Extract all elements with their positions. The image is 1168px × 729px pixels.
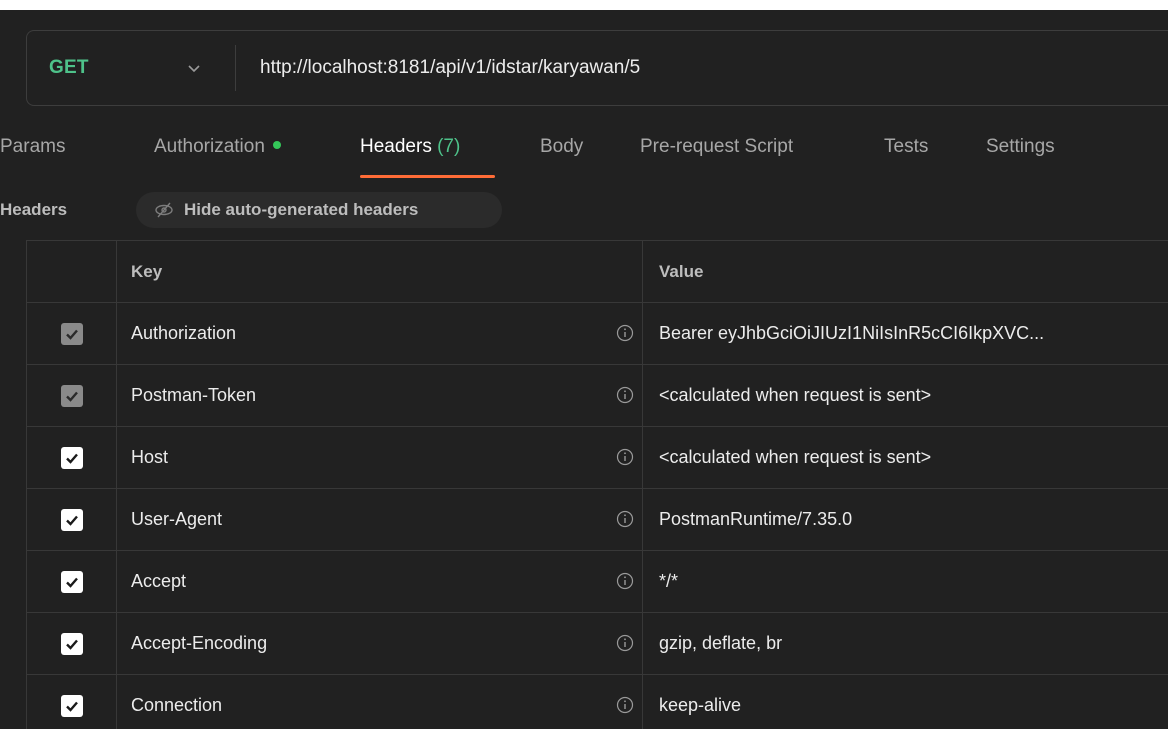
row-checkbox[interactable] — [60, 508, 83, 531]
row-key[interactable]: Accept-Encoding — [116, 613, 642, 674]
tab-tests[interactable]: Tests — [884, 136, 928, 158]
checkmark-icon — [65, 701, 78, 712]
row-check-cell — [26, 551, 116, 612]
column-header-key: Key — [116, 241, 642, 302]
tab-body-label: Body — [540, 136, 584, 157]
info-icon[interactable] — [616, 324, 634, 342]
info-icon[interactable] — [616, 634, 634, 652]
row-key[interactable]: Host — [116, 427, 642, 488]
hide-auto-generated-headers-label: Hide auto-generated headers — [184, 200, 419, 219]
column-header-value: Value — [642, 241, 1168, 302]
info-icon[interactable] — [616, 386, 634, 404]
request-url-bar: GET http://localhost:8181/api/v1/idstar/… — [26, 30, 1168, 106]
request-tabs: Params Authorization Headers (7) Body Pr… — [0, 128, 1168, 182]
url-input[interactable]: http://localhost:8181/api/v1/idstar/kary… — [236, 57, 640, 79]
tab-settings[interactable]: Settings — [986, 136, 1055, 158]
table-header-row: Key Value — [26, 241, 1168, 303]
tab-params[interactable]: Params — [0, 136, 65, 158]
row-key-text: Accept — [131, 571, 187, 591]
headers-section-title: Headers — [0, 200, 68, 219]
table-row: Postman-Token <calculated when request i… — [26, 365, 1168, 427]
row-key[interactable]: Connection — [116, 675, 642, 729]
row-value[interactable]: Bearer eyJhbGciOiJIUzI1NiIsInR5cCI6IkpXV… — [642, 303, 1168, 364]
row-checkbox[interactable] — [60, 570, 83, 593]
tab-tests-label: Tests — [884, 136, 929, 157]
row-key-text: User-Agent — [131, 509, 223, 529]
table-row: Authorization Bearer eyJhbGciOiJIUzI1NiI… — [26, 303, 1168, 365]
row-key[interactable]: Authorization — [116, 303, 642, 364]
table-row: Accept */* — [26, 551, 1168, 613]
checkmark-icon — [65, 453, 78, 464]
row-value[interactable]: */* — [642, 551, 1168, 612]
row-checkbox[interactable] — [60, 446, 83, 469]
row-value[interactable]: <calculated when request is sent> — [642, 427, 1168, 488]
table-row: Connection keep-alive — [26, 675, 1168, 729]
info-icon[interactable] — [616, 510, 634, 528]
row-check-cell — [26, 489, 116, 550]
table-row: User-Agent PostmanRuntime/7.35.0 — [26, 489, 1168, 551]
row-check-cell — [26, 427, 116, 488]
tab-body[interactable]: Body — [540, 136, 583, 158]
status-dot-icon — [272, 140, 281, 149]
tab-headers[interactable]: Headers (7) — [360, 136, 460, 158]
info-icon[interactable] — [616, 696, 634, 714]
checkmark-icon — [65, 577, 78, 588]
tab-pre-request-script-label: Pre-request Script — [640, 136, 794, 157]
table-row: Accept-Encoding gzip, deflate, br — [26, 613, 1168, 675]
eye-off-icon — [155, 202, 173, 218]
row-key-text: Host — [131, 447, 169, 467]
row-key-text: Postman-Token — [131, 385, 257, 405]
headers-table: Key Value Authorization Bearer eyJhbGciO… — [26, 240, 1168, 729]
tab-authorization[interactable]: Authorization — [154, 136, 281, 158]
row-check-cell — [26, 675, 116, 729]
info-icon[interactable] — [616, 448, 634, 466]
row-check-cell — [26, 303, 116, 364]
row-key-text: Authorization — [131, 323, 237, 343]
table-row: Host <calculated when request is sent> — [26, 427, 1168, 489]
method-label: GET — [49, 57, 89, 78]
row-check-cell — [26, 365, 116, 426]
tab-settings-label: Settings — [986, 136, 1055, 157]
method-selector[interactable]: GET — [27, 31, 235, 105]
row-value[interactable]: PostmanRuntime/7.35.0 — [642, 489, 1168, 550]
row-value[interactable]: keep-alive — [642, 675, 1168, 729]
row-key[interactable]: Postman-Token — [116, 365, 642, 426]
checkmark-icon — [65, 515, 78, 526]
chevron-down-icon — [188, 65, 200, 73]
row-value[interactable]: gzip, deflate, br — [642, 613, 1168, 674]
active-tab-indicator — [360, 175, 495, 178]
tab-params-label: Params — [0, 136, 66, 157]
row-key-text: Connection — [131, 695, 223, 715]
window-top-edge — [0, 0, 1168, 10]
header-check-cell — [26, 241, 116, 302]
row-check-cell — [26, 613, 116, 674]
row-value[interactable]: <calculated when request is sent> — [642, 365, 1168, 426]
tab-headers-label: Headers — [360, 136, 432, 157]
row-checkbox[interactable] — [60, 632, 83, 655]
row-key[interactable]: User-Agent — [116, 489, 642, 550]
checkmark-icon — [65, 639, 78, 650]
checkmark-icon — [65, 329, 78, 340]
row-key-text: Accept-Encoding — [131, 633, 268, 653]
row-checkbox[interactable] — [60, 694, 83, 717]
postman-request-view: GET http://localhost:8181/api/v1/idstar/… — [0, 0, 1168, 729]
row-checkbox[interactable] — [60, 322, 83, 345]
tab-headers-count: (7) — [437, 136, 461, 157]
hide-auto-generated-headers-button[interactable]: Hide auto-generated headers — [136, 192, 502, 228]
checkmark-icon — [65, 391, 78, 402]
row-key[interactable]: Accept — [116, 551, 642, 612]
headers-toolbar: Headers Hide auto-generated headers — [0, 190, 1168, 230]
row-checkbox[interactable] — [60, 384, 83, 407]
info-icon[interactable] — [616, 572, 634, 590]
tab-authorization-label: Authorization — [154, 136, 265, 157]
tab-pre-request-script[interactable]: Pre-request Script — [640, 136, 793, 158]
